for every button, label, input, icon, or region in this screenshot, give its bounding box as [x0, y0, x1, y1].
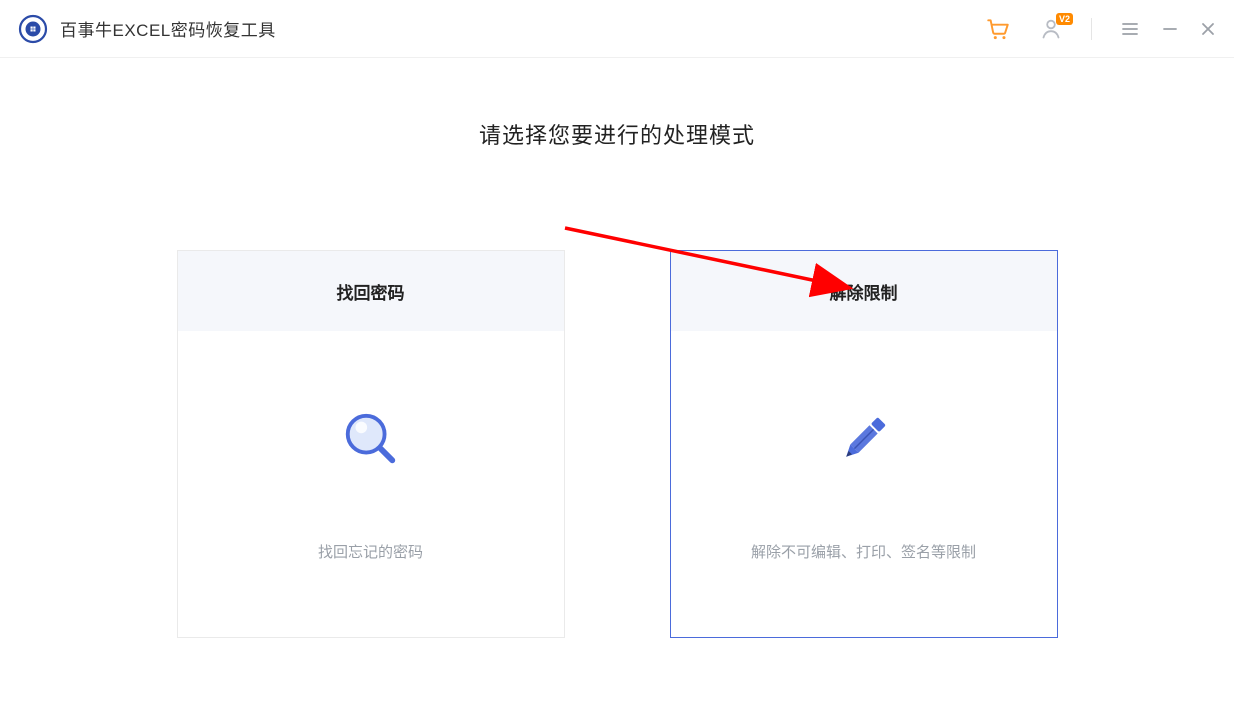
user-button[interactable]: V2 — [1039, 17, 1063, 41]
cart-icon — [985, 16, 1011, 42]
window-controls — [1120, 19, 1216, 39]
hamburger-icon — [1120, 19, 1140, 39]
menu-button[interactable] — [1120, 19, 1140, 39]
close-icon — [1200, 21, 1216, 37]
titlebar-left: 百事牛EXCEL密码恢复工具 — [18, 14, 276, 44]
page-heading: 请选择您要进行的处理模式 — [0, 118, 1234, 150]
main-content: 请选择您要进行的处理模式 找回密码 找回忘记的密码 解除限制 — [0, 58, 1234, 638]
titlebar: 百事牛EXCEL密码恢复工具 V2 — [0, 0, 1234, 58]
card-title: 解除限制 — [671, 251, 1057, 331]
user-vip-badge: V2 — [1056, 13, 1073, 25]
card-remove-restriction[interactable]: 解除限制 解除不可编辑、打印、签名等限制 — [670, 250, 1058, 638]
minimize-button[interactable] — [1162, 21, 1178, 37]
mode-cards: 找回密码 找回忘记的密码 解除限制 — [0, 250, 1234, 638]
magnifier-icon — [339, 407, 403, 471]
card-desc: 解除不可编辑、打印、签名等限制 — [751, 541, 976, 562]
close-button[interactable] — [1200, 21, 1216, 37]
card-body: 解除不可编辑、打印、签名等限制 — [671, 331, 1057, 637]
cart-button[interactable] — [985, 16, 1011, 42]
card-desc: 找回忘记的密码 — [318, 541, 423, 562]
titlebar-divider — [1091, 18, 1092, 40]
titlebar-right: V2 — [985, 16, 1216, 42]
card-body: 找回忘记的密码 — [178, 331, 564, 637]
app-logo-icon — [18, 14, 48, 44]
card-recover-password[interactable]: 找回密码 找回忘记的密码 — [177, 250, 565, 638]
minimize-icon — [1162, 21, 1178, 37]
card-title: 找回密码 — [178, 251, 564, 331]
pencil-icon — [832, 407, 896, 471]
app-title: 百事牛EXCEL密码恢复工具 — [60, 16, 276, 41]
